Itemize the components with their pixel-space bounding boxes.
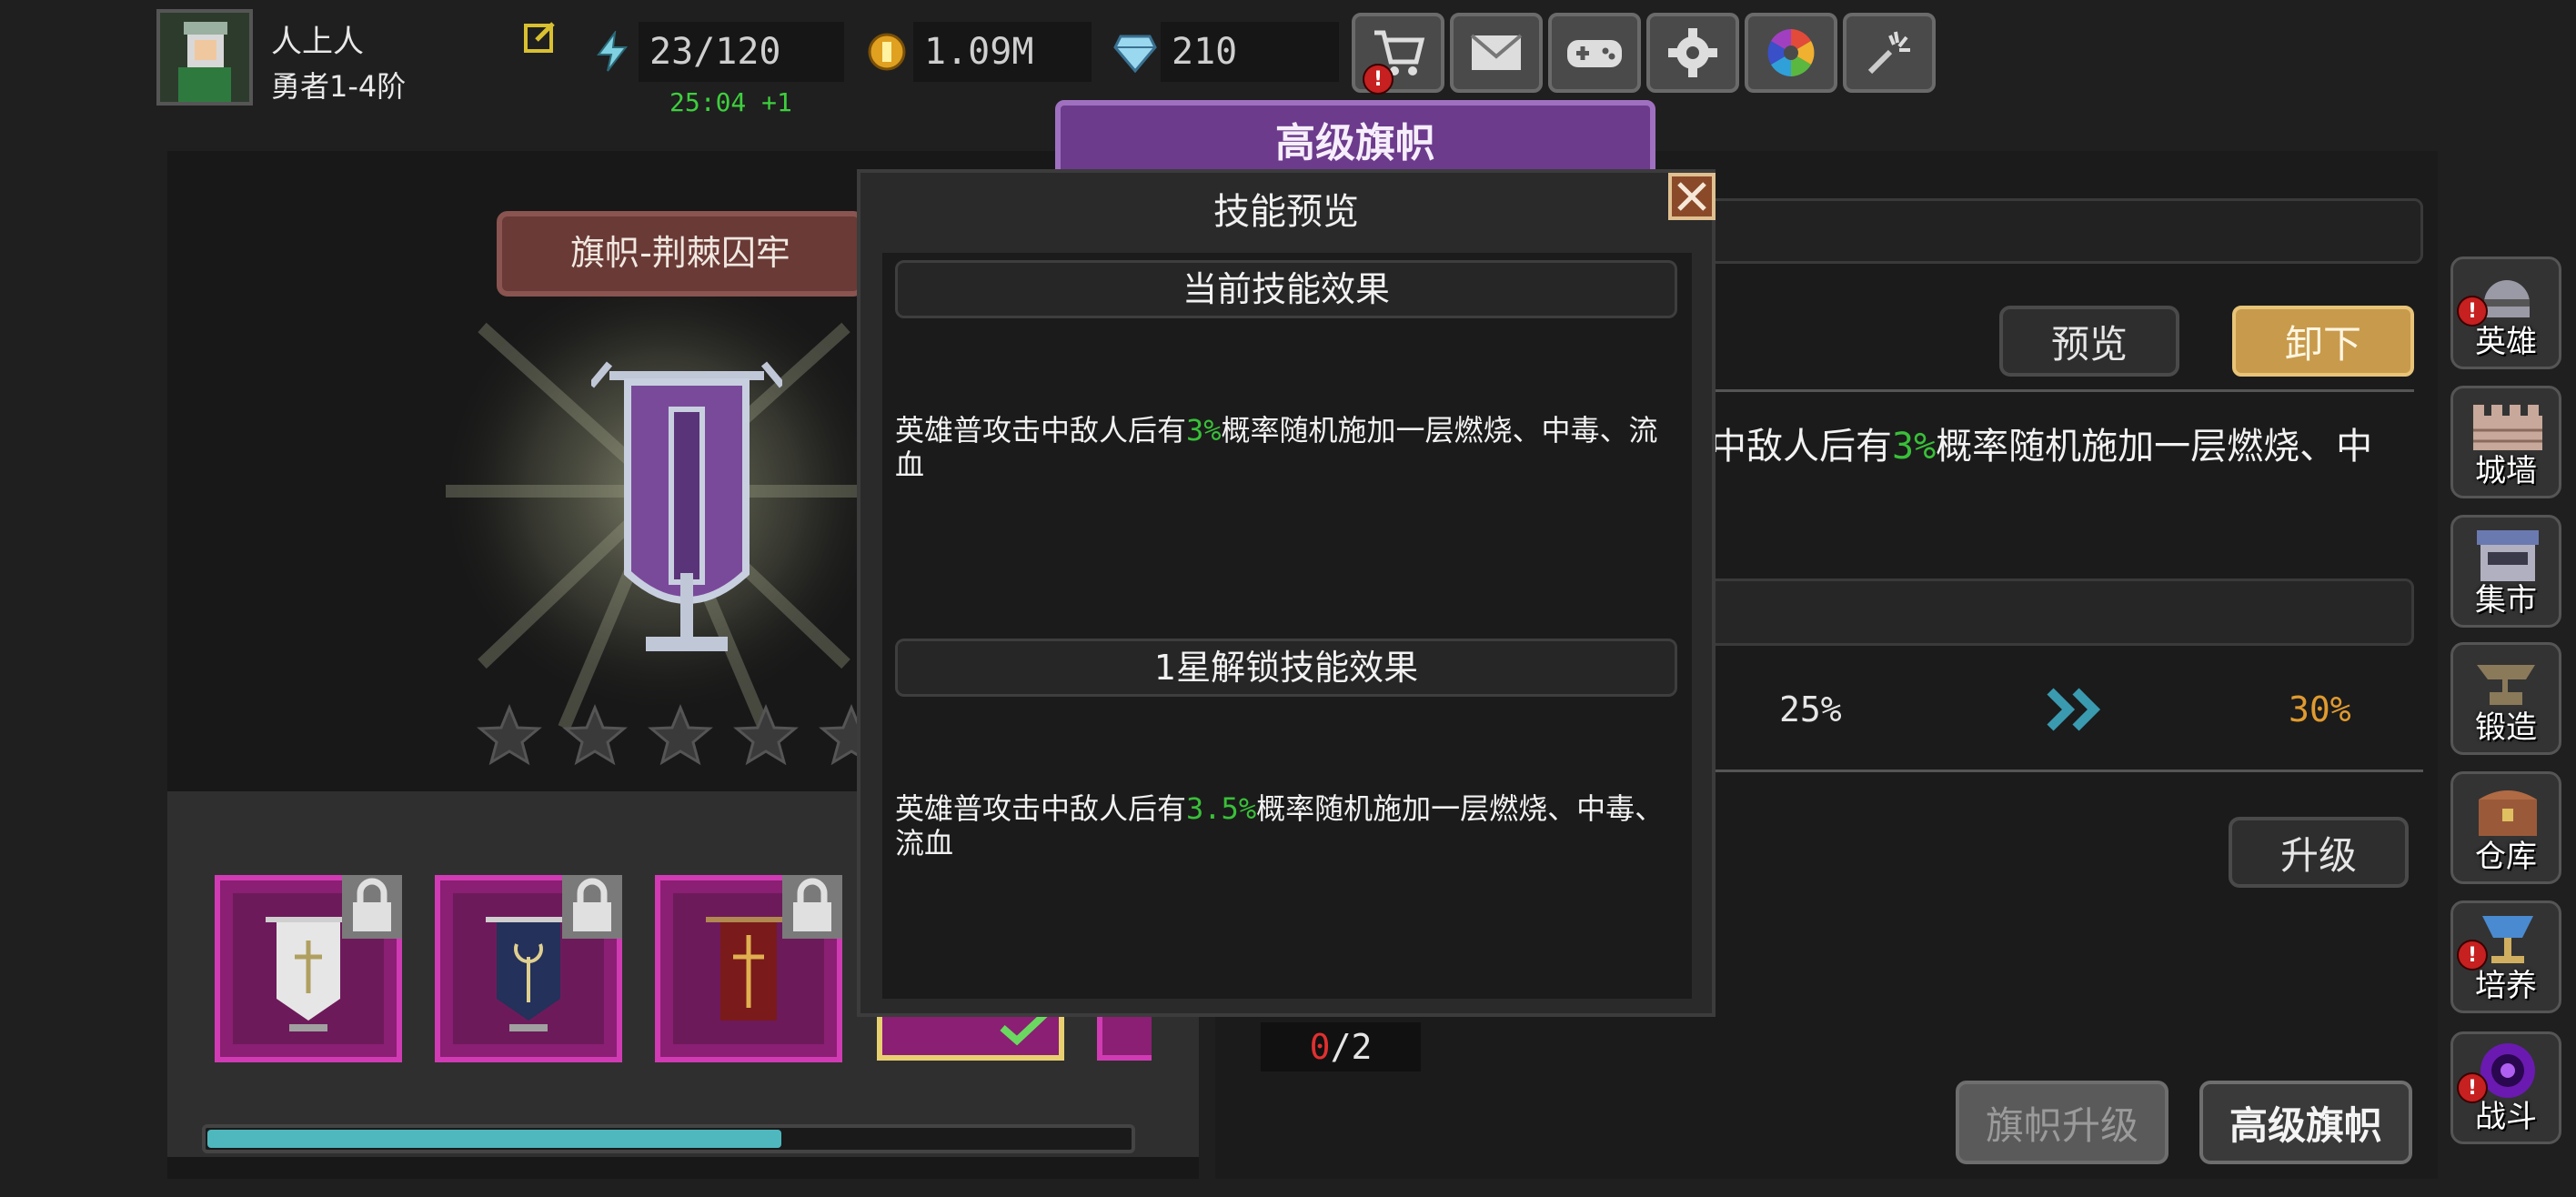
divider — [1692, 389, 2414, 392]
nav-market-label: 集市 — [2475, 582, 2537, 619]
close-icon — [1677, 182, 1706, 211]
lock-icon — [782, 875, 842, 939]
nav-cultivate[interactable]: ! 培养 — [2450, 900, 2561, 1013]
gold-display: 1.09M — [913, 22, 1092, 82]
scroll-progress-bar[interactable] — [202, 1124, 1135, 1153]
nav-battle[interactable]: ! 战斗 — [2450, 1031, 2561, 1144]
gems-value: 210 — [1172, 31, 1238, 73]
nav-cultivate-label: 培养 — [2475, 968, 2537, 1004]
progress-fill — [207, 1130, 782, 1148]
current-skill-pct: 3% — [1186, 413, 1222, 448]
edit-icon[interactable] — [522, 18, 558, 55]
shop-button[interactable]: ! — [1352, 13, 1444, 95]
banner-title-plaque: 旗帜-荆棘囚牢 — [497, 211, 864, 297]
energy-value: 23/120 — [649, 31, 781, 73]
settings-button[interactable] — [1646, 13, 1739, 93]
banner-title: 旗帜-荆棘囚牢 — [570, 233, 790, 273]
star-icon — [477, 704, 542, 766]
hero-portrait-icon — [160, 13, 249, 102]
modal-title: 技能预览 — [1213, 191, 1359, 233]
banner-card[interactable] — [655, 875, 842, 1062]
unlock-skill-description: 英雄普攻击中敌人后有3.5%概率随机施加一层燃烧、中毒、流血 — [895, 791, 1677, 860]
player-rank: 勇者1-4阶 — [271, 69, 407, 104]
nav-wall-label: 城墙 — [2475, 453, 2537, 489]
skill-text-pct: 3% — [1892, 426, 1937, 468]
banner-card[interactable] — [435, 875, 622, 1062]
lock-icon — [562, 875, 622, 939]
divider — [1692, 770, 2423, 772]
gamepad-icon — [1567, 40, 1622, 67]
skill-description: 中敌人后有3%概率随机施加一层燃烧、中 — [1710, 417, 2372, 469]
skill-text-post: 概率随机施加一层燃烧、中 — [1936, 426, 2373, 468]
lock-icon — [342, 875, 402, 939]
player-avatar[interactable] — [156, 9, 253, 106]
unlock-skill-pre: 英雄普攻击中敌人后有 — [895, 791, 1187, 826]
upgrade-button[interactable]: 升级 — [2229, 817, 2409, 888]
nav-hero-label: 英雄 — [2475, 324, 2537, 360]
gold-coin-icon — [866, 31, 908, 73]
preview-button[interactable]: 预览 — [1999, 306, 2179, 377]
star-icon — [648, 704, 713, 766]
player-name: 人上人 — [271, 24, 364, 60]
modal-body: 当前技能效果 英雄普攻击中敌人后有3%概率随机施加一层燃烧、中毒、流血 1星解锁… — [882, 253, 1692, 999]
nav-wall[interactable]: 城墙 — [2450, 386, 2561, 498]
unlock-skill-heading: 1星解锁技能效果 — [895, 639, 1677, 697]
double-arrow-icon — [2047, 688, 2116, 731]
nav-warehouse-label: 仓库 — [2475, 839, 2537, 875]
mail-icon — [1470, 34, 1523, 70]
star-rating — [475, 704, 893, 768]
nav-battle-label: 战斗 — [2475, 1099, 2537, 1135]
energy-display: 23/120 — [639, 22, 844, 82]
color-wheel-icon — [1767, 29, 1815, 76]
color-wheel-button[interactable] — [1745, 13, 1837, 93]
close-button[interactable] — [1668, 173, 1716, 220]
tab-banner-upgrade[interactable]: 旗帜升级 — [1956, 1081, 2168, 1164]
current-skill-heading: 当前技能效果 — [895, 260, 1677, 318]
current-skill-pre: 英雄普攻击中敌人后有 — [895, 413, 1187, 448]
banner-card[interactable] — [215, 875, 402, 1062]
stat-header-bar — [1692, 578, 2414, 646]
fireworks-button[interactable] — [1843, 13, 1936, 93]
skill-preview-modal: 技能预览 当前技能效果 英雄普攻击中敌人后有3%概率随机施加一层燃烧、中毒、流血… — [857, 169, 1716, 1017]
gem-icon — [1113, 33, 1157, 74]
gems-display: 210 — [1161, 22, 1339, 82]
gold-value: 1.09M — [924, 31, 1034, 73]
material-need: /2 — [1330, 1027, 1373, 1067]
energy-timer: 25:04 +1 — [669, 87, 792, 117]
nav-warehouse[interactable]: 仓库 — [2450, 771, 2561, 884]
material-count: 0/2 — [1261, 1022, 1421, 1071]
unequip-button[interactable]: 卸下 — [2232, 306, 2414, 377]
castle-wall-icon — [2473, 405, 2542, 450]
gear-icon — [1668, 28, 1717, 77]
banner-card[interactable] — [1097, 1010, 1152, 1061]
mail-button[interactable] — [1450, 13, 1543, 93]
nav-forge-label: 锻造 — [2475, 709, 2537, 746]
name-field — [1692, 198, 2423, 264]
skill-text-pre: 中敌人后有 — [1710, 426, 1892, 468]
current-skill-description: 英雄普攻击中敌人后有3%概率随机施加一层燃烧、中毒、流血 — [895, 413, 1677, 482]
nav-market[interactable]: 集市 — [2450, 515, 2561, 628]
material-have: 0 — [1309, 1027, 1331, 1067]
banner-card-selected[interactable] — [877, 1010, 1064, 1061]
energy-icon — [591, 29, 633, 73]
tab-advanced-banner[interactable]: 高级旗帜 — [2199, 1081, 2412, 1164]
nav-forge[interactable]: 锻造 — [2450, 642, 2561, 755]
gamepad-button[interactable] — [1548, 13, 1641, 93]
fireworks-icon — [1867, 31, 1910, 75]
stat-next: 30% — [2289, 689, 2351, 729]
star-icon — [562, 704, 628, 766]
stat-current: 25% — [1779, 689, 1842, 729]
shop-alert-badge: ! — [1363, 64, 1394, 95]
star-icon — [733, 704, 799, 766]
banner-artwork — [588, 355, 786, 664]
nav-hero[interactable]: ! 英雄 — [2450, 256, 2561, 369]
unlock-skill-pct: 3.5% — [1186, 791, 1257, 826]
